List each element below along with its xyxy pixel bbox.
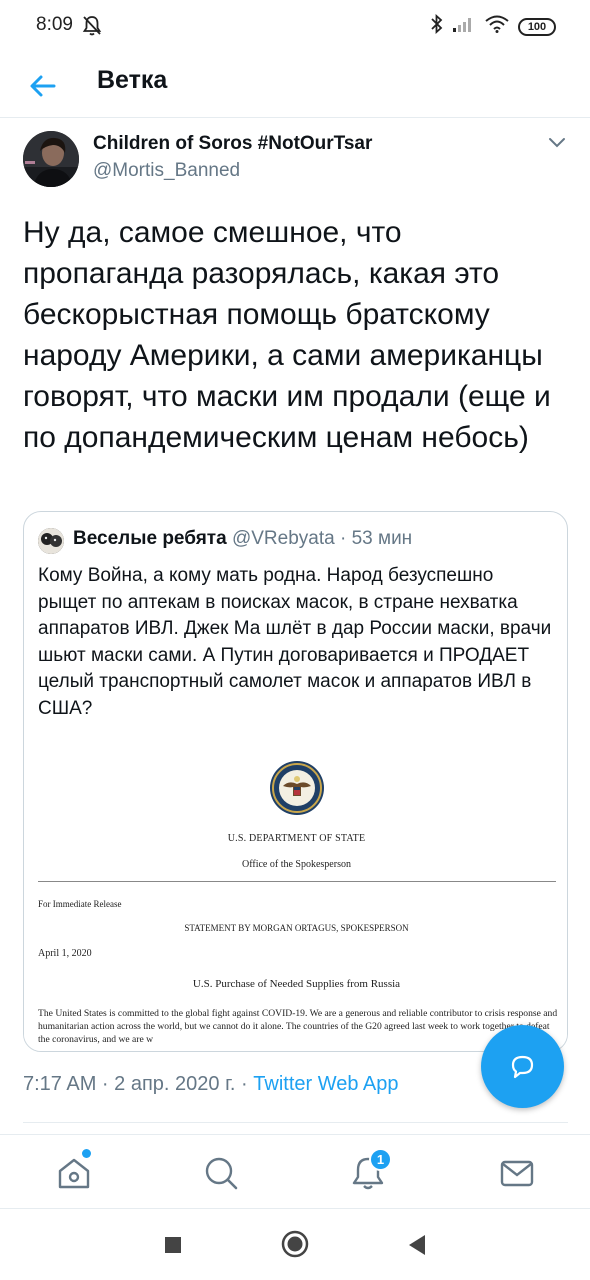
signal-icon <box>452 15 476 38</box>
battery-icon: 100 <box>518 17 556 36</box>
nav-search[interactable] <box>201 1153 241 1193</box>
recents-button[interactable] <box>164 1236 182 1259</box>
tweet-menu-button[interactable] <box>547 134 567 150</box>
doc-body: The United States is committed to the gl… <box>38 1008 558 1045</box>
quoted-tweet[interactable]: Веселые ребята @VRebyata · 53 мин Кому В… <box>23 511 568 1052</box>
doc-office: Office of the Spokesperson <box>242 859 351 870</box>
home-unread-dot <box>82 1149 91 1158</box>
triangle-back-icon <box>409 1235 425 1255</box>
page-title: Ветка <box>97 66 168 94</box>
quoted-author-name: Веселые ребята <box>73 528 227 549</box>
search-icon <box>205 1157 238 1190</box>
status-icons: 100 <box>431 13 556 39</box>
arrow-left-icon <box>30 75 56 97</box>
notifications-muted-icon <box>82 15 102 42</box>
quoted-tweet-image[interactable]: U.S. DEPARTMENT OF STATE Office of the S… <box>24 734 567 1051</box>
back-system-button[interactable] <box>407 1234 427 1261</box>
doc-date: April 1, 2020 <box>38 948 92 959</box>
back-button[interactable] <box>26 68 62 104</box>
status-bar: 8:09 100 <box>0 0 590 54</box>
quoted-author-handle: @VRebyata <box>231 528 335 549</box>
home-system-button[interactable] <box>281 1230 309 1263</box>
quoted-time: · 53 мин <box>334 528 413 549</box>
tweet-timestamp: 7:17 AM · 2 апр. 2020 г. · Twitter Web A… <box>23 1073 399 1096</box>
doc-divider <box>38 881 556 882</box>
wifi-icon <box>485 15 509 38</box>
nav-messages[interactable] <box>497 1153 537 1193</box>
status-time: 8:09 <box>36 14 73 35</box>
tweet-text: Ну да, самое смешное, что пропаганда раз… <box>23 216 551 454</box>
quoted-author-avatar <box>38 528 64 554</box>
doc-statement: STATEMENT BY MORGAN ORTAGUS, SPOKESPERSO… <box>184 923 409 933</box>
divider <box>23 1122 568 1123</box>
state-department-seal <box>269 760 325 816</box>
author-avatar[interactable] <box>23 131 79 187</box>
chevron-down-icon <box>549 138 565 148</box>
author-name[interactable]: Children of Soros #NotOurTsar <box>93 133 372 155</box>
home-icon <box>58 1158 90 1189</box>
doc-release: For Immediate Release <box>38 899 122 909</box>
tweet-time: 7:17 AM · 2 апр. 2020 г. · <box>23 1073 254 1095</box>
circle-icon <box>281 1230 309 1258</box>
square-icon <box>165 1237 181 1253</box>
nav-home[interactable] <box>54 1153 94 1193</box>
compose-reply-icon <box>511 1055 534 1079</box>
app-header: Ветка <box>0 54 590 118</box>
system-nav-bar <box>0 1210 590 1280</box>
author-handle[interactable]: @Mortis_Banned <box>93 160 240 182</box>
notifications-badge: 1 <box>369 1148 392 1171</box>
mail-icon <box>500 1160 534 1187</box>
reply-fab-button[interactable] <box>481 1025 564 1108</box>
quoted-tweet-text: Кому Война, а кому мать родна. Народ без… <box>38 565 552 719</box>
quoted-tweet-header: Веселые ребята @VRebyata · 53 мин <box>73 528 412 550</box>
bottom-nav <box>0 1135 590 1209</box>
doc-subject: U.S. Purchase of Needed Supplies from Ru… <box>192 978 401 990</box>
bluetooth-icon <box>431 13 443 39</box>
doc-department: U.S. DEPARTMENT OF STATE <box>227 833 366 844</box>
tweet-source-link[interactable]: Twitter Web App <box>253 1073 398 1095</box>
